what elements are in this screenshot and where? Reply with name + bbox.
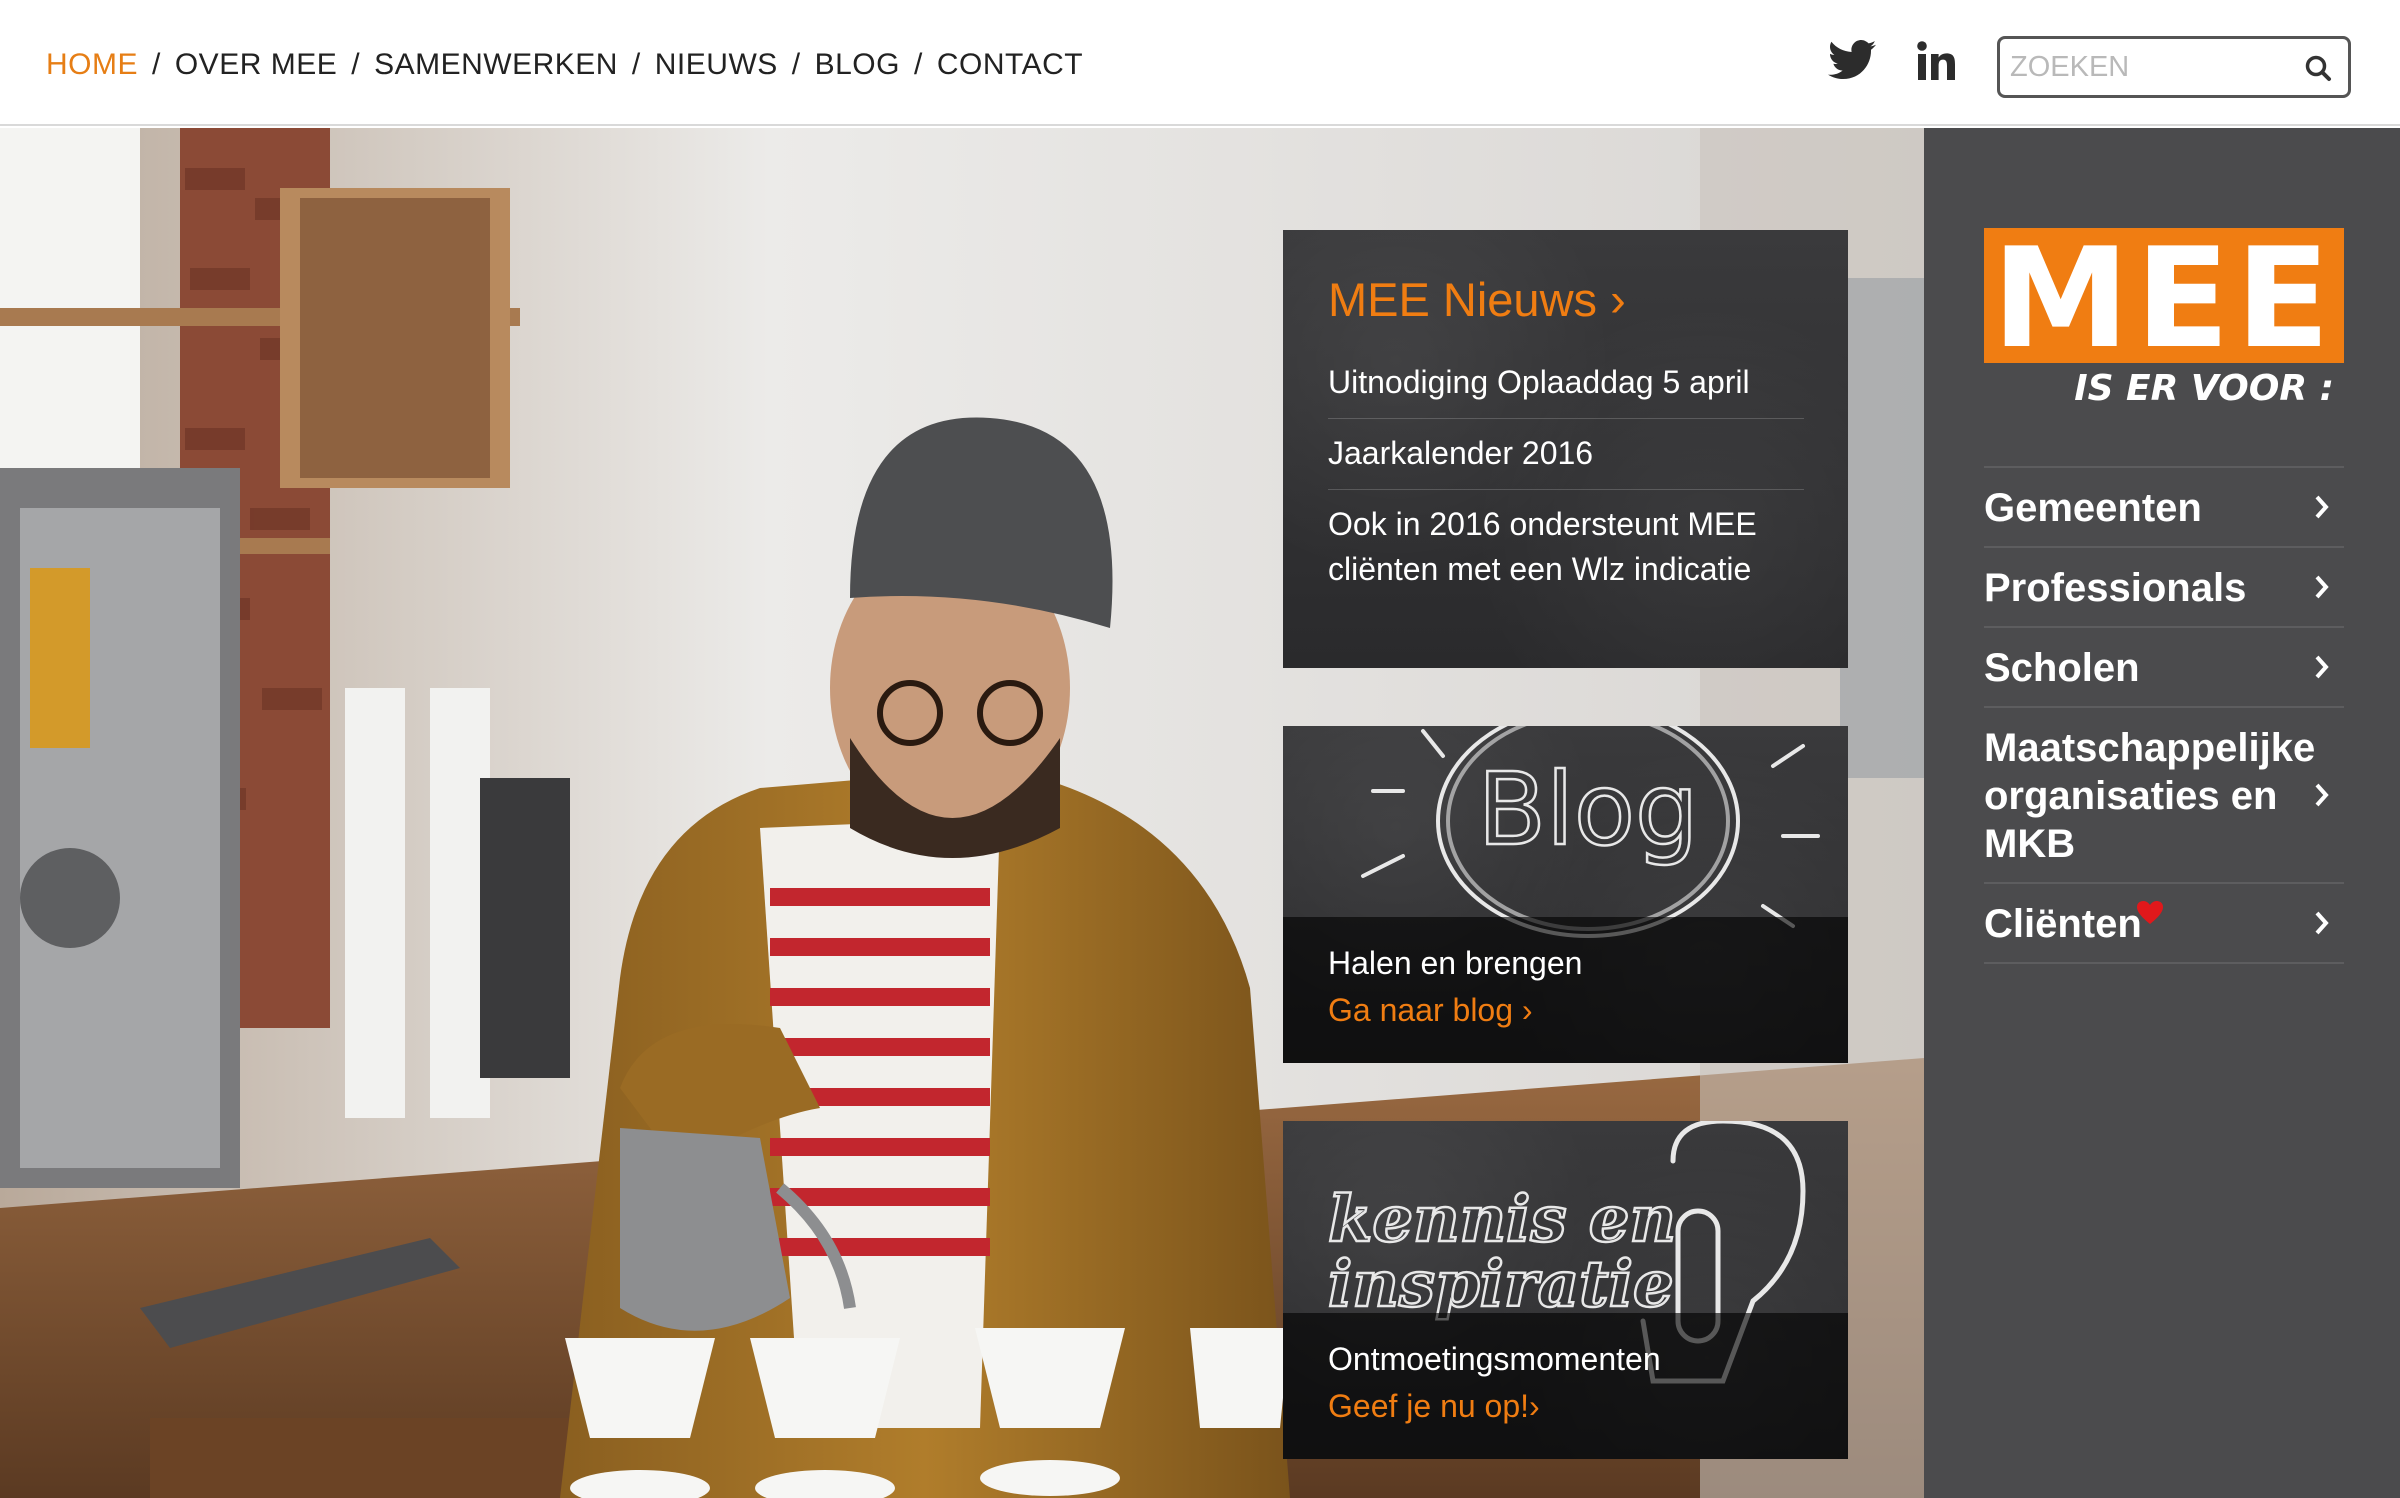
sidebar-item-label: Gemeenten bbox=[1984, 486, 2202, 530]
news-item[interactable]: Uitnodiging Oplaaddag 5 april bbox=[1328, 348, 1804, 419]
blog-card[interactable]: Blog Halen en brengen Ga naar blog › bbox=[1283, 726, 1848, 1063]
chevron-right-icon bbox=[2314, 771, 2330, 819]
kennis-link[interactable]: Geef je nu op!› bbox=[1328, 1388, 1540, 1425]
nav-contact[interactable]: CONTACT bbox=[937, 48, 1083, 82]
news-card: MEE Nieuws › Uitnodiging Oplaaddag 5 apr… bbox=[1283, 230, 1848, 668]
kennis-caption: Ontmoetingsmomenten bbox=[1328, 1341, 1661, 1377]
sidebar-item-scholen[interactable]: Scholen bbox=[1984, 628, 2344, 708]
nav-separator: / bbox=[631, 48, 641, 81]
heart-icon bbox=[2136, 901, 2164, 946]
chevron-right-icon: › bbox=[1529, 1388, 1540, 1424]
social-links bbox=[1828, 40, 1956, 80]
news-list: Uitnodiging Oplaaddag 5 april Jaarkalend… bbox=[1328, 348, 1804, 605]
nav-separator: / bbox=[791, 48, 801, 81]
blog-link-text: Ga naar blog bbox=[1328, 992, 1514, 1028]
blog-overlay bbox=[1283, 917, 1848, 1063]
sidebar-item-label: Maatschappelijke organisaties en MKB bbox=[1984, 726, 2316, 866]
sidebar-item-maatschappelijke-organisaties[interactable]: Maatschappelijke organisaties en MKB bbox=[1984, 708, 2344, 884]
nav-nieuws[interactable]: NIEUWS bbox=[655, 48, 778, 82]
chevron-right-icon: › bbox=[1521, 992, 1533, 1028]
search-box bbox=[1997, 36, 2351, 98]
blog-link[interactable]: Ga naar blog › bbox=[1328, 992, 1533, 1029]
logo-wordmark: MEE bbox=[1992, 228, 2336, 379]
chevron-right-icon bbox=[2314, 643, 2330, 691]
sidebar-item-gemeenten[interactable]: Gemeenten bbox=[1984, 468, 2344, 548]
logo-tagline: IS ER VOOR : bbox=[2074, 368, 2334, 408]
nav-blog[interactable]: BLOG bbox=[815, 48, 900, 82]
kennis-chalk-text-1: kennis en bbox=[1328, 1182, 1676, 1257]
nav-samenwerken[interactable]: SAMENWERKEN bbox=[374, 48, 618, 82]
linkedin-icon[interactable] bbox=[1916, 40, 1956, 80]
nav-separator: / bbox=[351, 48, 361, 81]
sidebar: MEE IS ER VOOR : Gemeenten Professionals… bbox=[1924, 128, 2400, 1498]
sidebar-item-professionals[interactable]: Professionals bbox=[1984, 548, 2344, 628]
kennis-card[interactable]: kennis en inspiratie Ontmoetingsmomenten… bbox=[1283, 1121, 1848, 1459]
sidebar-item-clienten[interactable]: Cliënten bbox=[1984, 884, 2344, 964]
nav-separator: / bbox=[152, 48, 161, 81]
twitter-icon[interactable] bbox=[1828, 40, 1876, 80]
nav-over-mee[interactable]: OVER MEE bbox=[175, 48, 337, 82]
news-title[interactable]: MEE Nieuws › bbox=[1328, 272, 1626, 327]
nav-home[interactable]: HOME bbox=[46, 48, 138, 82]
search-input[interactable] bbox=[2010, 49, 2290, 85]
chevron-right-icon bbox=[2314, 563, 2330, 611]
mee-logo[interactable]: MEE IS ER VOOR : bbox=[1984, 218, 2344, 413]
top-bar: HOME / OVER MEE / SAMENWERKEN / NIEUWS /… bbox=[0, 0, 2400, 126]
news-title-text: MEE Nieuws bbox=[1328, 273, 1598, 326]
blog-caption: Halen en brengen bbox=[1328, 945, 1583, 981]
main-nav: HOME / OVER MEE / SAMENWERKEN / NIEUWS /… bbox=[46, 48, 1083, 82]
sidebar-item-label: Cliënten bbox=[1984, 902, 2142, 946]
kennis-link-text: Geef je nu op! bbox=[1328, 1388, 1530, 1424]
sidebar-item-label: Professionals bbox=[1984, 566, 2247, 610]
sidebar-item-label: Scholen bbox=[1984, 646, 2140, 690]
sidebar-menu: Gemeenten Professionals Scholen Maatscha… bbox=[1984, 466, 2344, 964]
search-icon[interactable] bbox=[2304, 54, 2332, 87]
mee-logo-image: MEE IS ER VOOR : bbox=[1984, 218, 2344, 409]
blog-chalk-text: Blog bbox=[1477, 751, 1698, 868]
news-item[interactable]: Jaarkalender 2016 bbox=[1328, 419, 1804, 490]
chevron-right-icon bbox=[2314, 483, 2330, 531]
kennis-chalk-text-2: inspiratie bbox=[1328, 1247, 1674, 1322]
chevron-right-icon: › bbox=[1610, 273, 1626, 326]
kennis-overlay bbox=[1283, 1313, 1848, 1459]
chevron-right-icon bbox=[2314, 899, 2330, 947]
nav-separator: / bbox=[913, 48, 923, 81]
news-item[interactable]: Ook in 2016 ondersteunt MEE cliënten met… bbox=[1328, 490, 1804, 605]
